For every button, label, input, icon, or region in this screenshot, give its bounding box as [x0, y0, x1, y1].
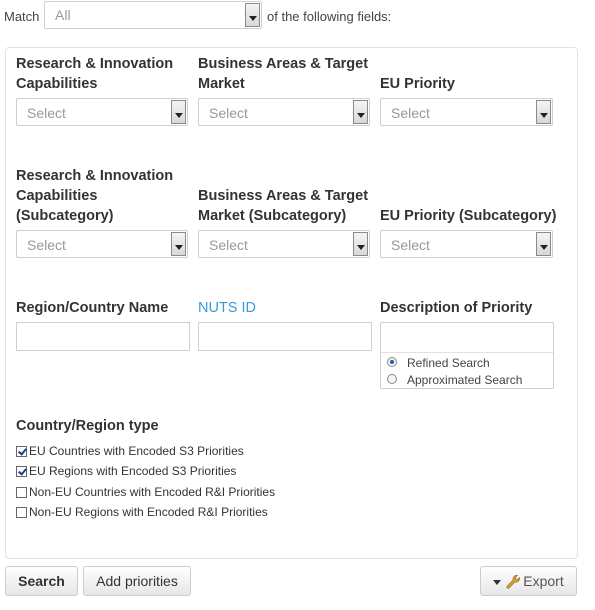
ri-sub-select-value: Select	[27, 237, 66, 253]
ba-select[interactable]: Select	[198, 98, 370, 126]
export-label: Export	[523, 573, 564, 589]
eu-select[interactable]: Select	[380, 98, 553, 126]
ri-sub-label: Research & Innovation Capabilities (Subc…	[16, 168, 174, 224]
add-priorities-button[interactable]: Add priorities	[83, 566, 191, 596]
chevron-down-icon[interactable]	[245, 3, 260, 27]
chevron-down-icon[interactable]	[536, 232, 551, 256]
radio-button[interactable]	[387, 357, 397, 367]
radio-approx-label: Approximated Search	[407, 373, 523, 387]
description-input[interactable]	[381, 323, 553, 353]
match-select[interactable]: All	[44, 1, 262, 29]
eu-select-value: Select	[391, 105, 430, 121]
ba-sub-select-value: Select	[209, 237, 248, 253]
eu-sub-select-value: Select	[391, 237, 430, 253]
match-label: Match	[4, 9, 40, 24]
desc-label: Description of Priority	[380, 300, 533, 316]
ba-sub-select[interactable]: Select	[198, 230, 370, 258]
radio-refined-label: Refined Search	[407, 356, 490, 370]
eu-label: EU Priority	[380, 76, 455, 92]
checkbox[interactable]	[16, 507, 27, 518]
ri-sub-select[interactable]: Select	[16, 230, 188, 258]
match-suffix: of the following fields:	[267, 9, 392, 24]
search-button[interactable]: Search	[5, 566, 78, 596]
country-type-label: Country/Region type	[16, 418, 159, 434]
wrench-icon	[506, 575, 521, 589]
ri-label: Research & Innovation Capabilities	[16, 56, 174, 92]
ba-label: Business Areas & Target Market	[198, 56, 369, 92]
checkbox[interactable]	[16, 446, 27, 457]
chevron-down-icon[interactable]	[536, 100, 551, 124]
checkbox[interactable]	[16, 487, 27, 498]
nuts-id-input[interactable]	[198, 322, 372, 351]
chevron-down-icon[interactable]	[171, 232, 186, 256]
chevron-down-icon[interactable]	[353, 100, 368, 124]
caret-down-icon	[493, 579, 502, 585]
nuts-id-link[interactable]: NUTS ID	[198, 298, 256, 318]
checkbox-label: EU Countries with Encoded S3 Priorities	[29, 444, 244, 458]
chevron-down-icon[interactable]	[353, 232, 368, 256]
eu-sub-label: EU Priority (Subcategory)	[380, 208, 557, 224]
checkbox-label: Non-EU Regions with Encoded R&I Prioriti…	[29, 505, 268, 519]
ri-select[interactable]: Select	[16, 98, 188, 126]
checkbox[interactable]	[16, 466, 27, 477]
radio-button[interactable]	[387, 374, 397, 384]
region-input[interactable]	[16, 322, 190, 351]
region-label: Region/Country Name	[16, 300, 169, 316]
ba-sub-label: Business Areas & Target Market (Subcateg…	[198, 188, 369, 224]
match-select-value: All	[55, 7, 71, 23]
checkbox-label: EU Regions with Encoded S3 Priorities	[29, 464, 237, 478]
eu-sub-select[interactable]: Select	[380, 230, 553, 258]
description-field: Refined Search Approximated Search	[380, 322, 554, 389]
ba-select-value: Select	[209, 105, 248, 121]
ri-select-value: Select	[27, 105, 66, 121]
checkbox-label: Non-EU Countries with Encoded R&I Priori…	[29, 485, 276, 499]
chevron-down-icon[interactable]	[171, 100, 186, 124]
export-button[interactable]: Export	[480, 566, 577, 596]
